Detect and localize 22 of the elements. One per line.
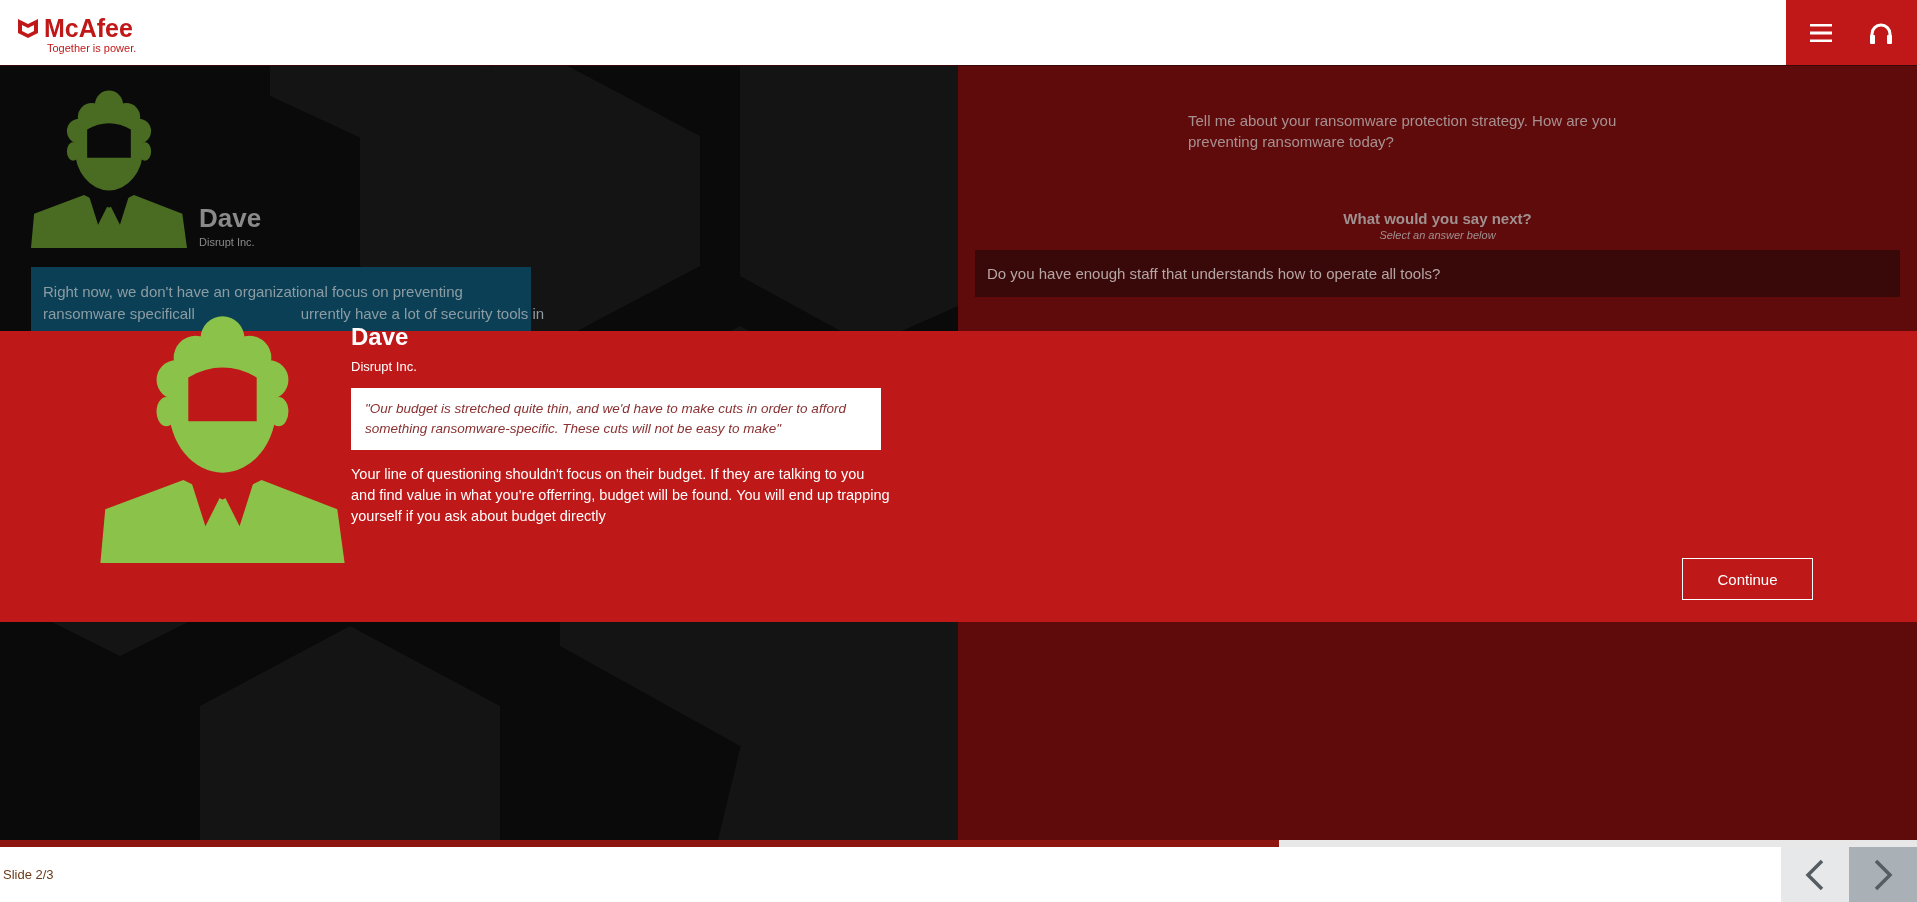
instruction-text: Select an answer below <box>1378 229 1497 241</box>
logo-tagline: Together is power. <box>47 42 137 54</box>
feedback-explanation: Your line of questioning shouldn't focus on their budget. If they are talking to you and find value in what you're offerring, budget will be found. You will end up trapping yourself if you ask about budget directly <box>351 465 891 526</box>
quote-box: "Our budget is stretched quite thin, and we'd have to make cuts in order to afford something ransomware-specific. These cuts will not be easy to make" <box>351 388 881 450</box>
answer-option[interactable]: Do you have enough staff that understands how to operate all tools? <box>975 250 1900 297</box>
headphones-icon <box>1868 21 1893 44</box>
statement-text: ransomware specificall <box>43 304 195 324</box>
feedback-name: Dave <box>351 323 410 351</box>
next-prompt-heading: What would you say next? <box>1342 210 1533 227</box>
menu-icon <box>1810 23 1833 42</box>
logo-wordmark: McAfee <box>44 15 133 41</box>
feedback-company: Disrupt Inc. <box>351 359 418 374</box>
continue-button[interactable]: Continue <box>1682 558 1813 600</box>
speaker-company: Disrupt Inc. <box>199 236 256 248</box>
statement-text: Right now, we don't have an organizational focus on preventing <box>43 282 463 302</box>
next-button[interactable] <box>1849 847 1917 902</box>
previous-button[interactable] <box>1781 847 1849 902</box>
shield-logo-icon <box>17 17 39 39</box>
speaker-name: Dave <box>199 203 262 234</box>
statement-text: urrently have a lot of security tools in <box>300 304 545 324</box>
question-text: Tell me about your ransomware protection strategy. How are you preventing ransomware today? <box>1188 111 1618 152</box>
slide-counter: Slide 2/3 <box>2 867 55 882</box>
